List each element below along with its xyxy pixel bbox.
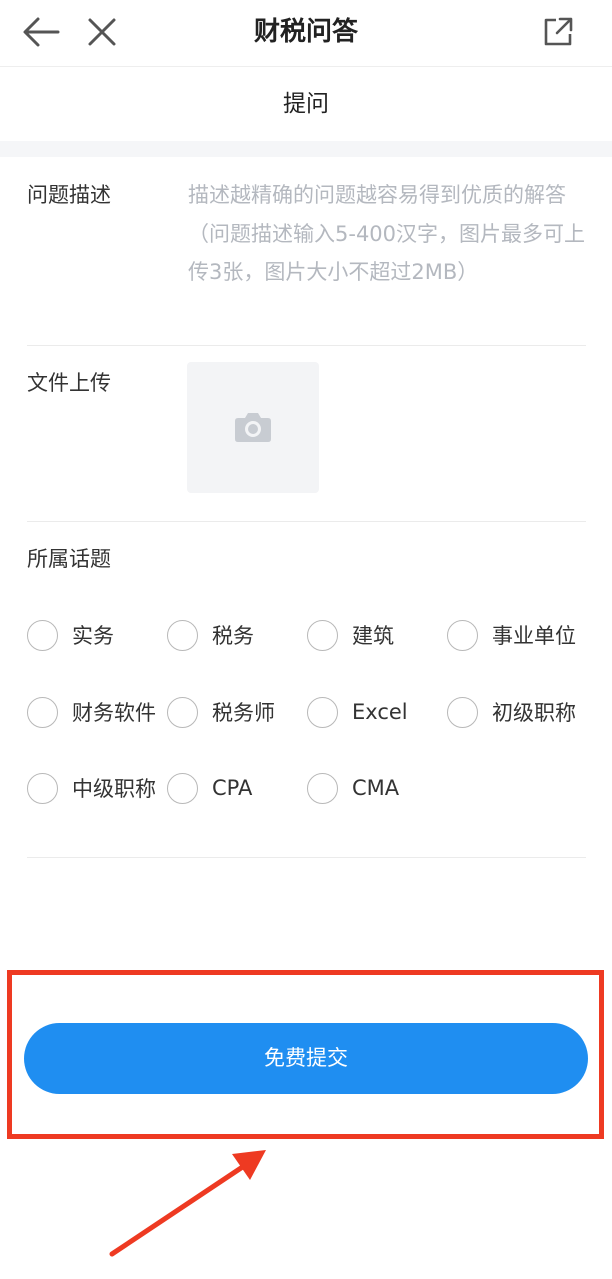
description-input[interactable]: 描述越精确的问题越容易得到优质的解答（问题描述输入5-400汉字，图片最多可上传… [188, 176, 588, 292]
radio-circle[interactable] [447, 696, 478, 728]
topic-label-text: CMA [352, 776, 400, 800]
radio-circle[interactable] [447, 619, 478, 651]
divider [27, 345, 586, 346]
topic-label-text: 事业单位 [492, 624, 576, 648]
annotation-arrow-icon [109, 1150, 266, 1257]
external-link-icon[interactable] [540, 14, 576, 50]
radio-circle[interactable] [167, 696, 198, 728]
tab-ask[interactable]: 提问 [0, 67, 612, 141]
page-title: 财税问答 [253, 17, 358, 47]
topic-radio-shiwu[interactable]: 实务 [27, 615, 114, 655]
topic-label-text: 中级职称 [72, 777, 156, 801]
topic-radio-shuiwu[interactable]: 税务 [167, 615, 254, 655]
divider [27, 857, 586, 858]
topic-label-text: 建筑 [352, 624, 394, 648]
divider [27, 521, 586, 522]
topic-radio-cma[interactable]: CMA [307, 768, 399, 808]
topic-label-text: 税务 [212, 624, 254, 648]
radio-circle[interactable] [27, 619, 58, 651]
topic-radio-zhongjizhicheng[interactable]: 中级职称 [27, 768, 156, 808]
radio-circle[interactable] [167, 619, 198, 651]
image-upload-button[interactable] [187, 362, 319, 493]
radio-circle[interactable] [167, 772, 198, 804]
topic-label-text: 实务 [72, 624, 114, 648]
topic-label-text: 税务师 [212, 701, 275, 725]
radio-circle[interactable] [307, 772, 338, 804]
radio-circle[interactable] [307, 619, 338, 651]
topic-radio-jianzhu[interactable]: 建筑 [307, 615, 394, 655]
topic-label-text: Excel [352, 700, 408, 724]
description-label: 问题描述 [27, 183, 111, 207]
topic-radio-excel[interactable]: Excel [307, 692, 408, 732]
topic-radio-chujizhicheng[interactable]: 初级职称 [447, 692, 576, 732]
topic-radio-cpa[interactable]: CPA [167, 768, 252, 808]
topic-label-text: 财务软件 [72, 701, 156, 725]
topic-radio-caiwuruanjian[interactable]: 财务软件 [27, 692, 156, 732]
camera-icon [235, 413, 271, 442]
upload-label: 文件上传 [27, 371, 111, 395]
section-gap [0, 141, 612, 157]
topic-radio-shuiwushi[interactable]: 税务师 [167, 692, 275, 732]
top-nav-bar: 财税问答 [0, 0, 612, 67]
radio-circle[interactable] [307, 696, 338, 728]
radio-circle[interactable] [27, 772, 58, 804]
topic-radio-shiyedanwei[interactable]: 事业单位 [447, 615, 576, 655]
topic-label-text: CPA [212, 776, 253, 800]
topic-label-text: 初级职称 [492, 701, 576, 725]
topic-label: 所属话题 [27, 547, 111, 571]
annotation-highlight-box [7, 970, 604, 1139]
radio-circle[interactable] [27, 696, 58, 728]
